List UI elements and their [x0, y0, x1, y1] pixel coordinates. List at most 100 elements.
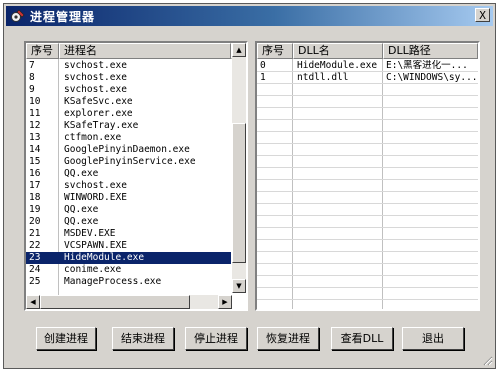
process-row[interactable]: 19 QQ.exe [26, 204, 231, 216]
process-row[interactable]: 7 svchost.exe [26, 60, 231, 72]
process-row[interactable]: 20 QQ.exe [26, 216, 231, 228]
process-name: GooglePinyinService.exe [64, 156, 196, 167]
process-row[interactable]: 25 ManageProcess.exe [26, 276, 231, 288]
resize-grip-icon[interactable] [481, 354, 493, 366]
process-row[interactable]: 21 MSDEV.EXE [26, 228, 231, 240]
process-row[interactable]: 8 svchost.exe [26, 72, 231, 84]
grid-line [257, 179, 478, 180]
grid-line [257, 131, 478, 132]
exit-button[interactable]: 退出 [402, 327, 464, 350]
process-row[interactable]: 18 WINWORD.EXE [26, 192, 231, 204]
dll-index: 0 [260, 60, 266, 71]
horizontal-scroll-thumb[interactable] [40, 295, 190, 309]
dll-name: ntdll.dll [297, 72, 349, 83]
process-name: svchost.exe [64, 60, 127, 71]
view-dll-button[interactable]: 查看DLL [331, 327, 393, 350]
process-index: 12 [29, 120, 41, 131]
grid-line [257, 239, 478, 240]
app-icon [11, 9, 25, 22]
process-row[interactable]: 13 ctfmon.exe [26, 132, 231, 144]
process-index: 18 [29, 192, 41, 203]
arrow-down-icon: ▼ [236, 282, 242, 290]
process-index: 16 [29, 168, 41, 179]
dll-index: 1 [260, 72, 266, 83]
process-row[interactable]: 9 svchost.exe [26, 84, 231, 96]
process-row[interactable]: 11 explorer.exe [26, 108, 231, 120]
column-header-dll-index[interactable]: 序号 [257, 43, 293, 59]
dll-row[interactable]: 0 HideModule.exe E:\黑客进化一... [257, 60, 478, 72]
close-icon: X [479, 8, 486, 22]
process-name: svchost.exe [64, 84, 127, 95]
process-vertical-scrollbar[interactable]: ▲ ▼ [232, 43, 246, 293]
process-index: 11 [29, 108, 41, 119]
process-name: WINWORD.EXE [64, 192, 127, 203]
title-bar[interactable]: 进程管理器 X [6, 6, 493, 26]
process-horizontal-scrollbar[interactable]: ◀ ▶ [26, 295, 232, 309]
dll-row[interactable]: 1 ntdll.dll C:\WINDOWS\sy... [257, 72, 478, 84]
process-index: 19 [29, 204, 41, 215]
scroll-left-button[interactable]: ◀ [26, 295, 40, 309]
process-index: 15 [29, 156, 41, 167]
process-name: QQ.exe [64, 168, 99, 179]
process-name: svchost.exe [64, 180, 127, 191]
process-index: 8 [29, 72, 35, 83]
process-manager-window: 进程管理器 X 序号 进程名 7 svchost.exe 8 svchost.exe 9… [3, 3, 496, 369]
process-row[interactable]: 24 conime.exe [26, 264, 231, 276]
process-row[interactable]: 15 GooglePinyinService.exe [26, 156, 231, 168]
process-index: 20 [29, 216, 41, 227]
scroll-up-button[interactable]: ▲ [232, 43, 246, 57]
grid-line [257, 263, 478, 264]
column-header-dll-path[interactable]: DLL路径 [383, 43, 478, 59]
process-name: ctfmon.exe [64, 132, 122, 143]
resume-process-button[interactable]: 恢复进程 [257, 327, 319, 350]
process-index: 22 [29, 240, 41, 251]
arrow-right-icon: ▶ [222, 298, 228, 306]
scroll-down-button[interactable]: ▼ [232, 279, 246, 293]
close-button[interactable]: X [475, 8, 490, 22]
process-row[interactable]: 22 VCSPAWN.EXE [26, 240, 231, 252]
process-row[interactable]: 23 HideModule.exe [26, 252, 231, 264]
process-row[interactable]: 16 QQ.exe [26, 168, 231, 180]
process-row[interactable]: 17 svchost.exe [26, 180, 231, 192]
column-header-index[interactable]: 序号 [26, 43, 59, 59]
grid-line [257, 251, 478, 252]
column-header-dll-name[interactable]: DLL名 [293, 43, 383, 59]
process-index: 21 [29, 228, 41, 239]
process-row[interactable]: 10 KSafeSvc.exe [26, 96, 231, 108]
stop-process-button[interactable]: 停止进程 [185, 327, 247, 350]
grid-line [257, 119, 478, 120]
process-name: QQ.exe [64, 204, 99, 215]
process-name: explorer.exe [64, 108, 133, 119]
process-name: KSafeSvc.exe [64, 96, 133, 107]
window-title: 进程管理器 [30, 9, 96, 24]
grid-line [257, 155, 478, 156]
scroll-thumb[interactable] [232, 123, 246, 263]
process-name: ManageProcess.exe [64, 276, 162, 287]
grid-line [257, 191, 478, 192]
process-row[interactable]: 12 KSafeTray.exe [26, 120, 231, 132]
process-index: 9 [29, 84, 35, 95]
grid-line [257, 215, 478, 216]
process-index: 14 [29, 144, 41, 155]
dll-list[interactable]: 序号 DLL名 DLL路径 0 HideModule.exe E:\黑客进化一...… [255, 41, 480, 311]
process-name: HideModule.exe [64, 252, 145, 263]
column-divider [292, 59, 293, 309]
process-index: 23 [29, 252, 41, 263]
scroll-right-button[interactable]: ▶ [218, 295, 232, 309]
process-name: QQ.exe [64, 216, 99, 227]
grid-line [257, 287, 478, 288]
process-index: 25 [29, 276, 41, 287]
arrow-left-icon: ◀ [30, 298, 36, 306]
process-index: 10 [29, 96, 41, 107]
end-process-button[interactable]: 结束进程 [112, 327, 174, 350]
grid-line [257, 143, 478, 144]
dll-name: HideModule.exe [297, 60, 378, 71]
create-process-button[interactable]: 创建进程 [36, 327, 96, 350]
process-row[interactable]: 14 GooglePinyinDaemon.exe [26, 144, 231, 156]
process-list[interactable]: 序号 进程名 7 svchost.exe 8 svchost.exe 9 svchost.… [24, 41, 248, 311]
column-header-process-name[interactable]: 进程名 [59, 43, 231, 59]
process-index: 13 [29, 132, 41, 143]
column-divider [382, 59, 383, 309]
grid-line [257, 107, 478, 108]
process-name: MSDEV.EXE [64, 228, 116, 239]
